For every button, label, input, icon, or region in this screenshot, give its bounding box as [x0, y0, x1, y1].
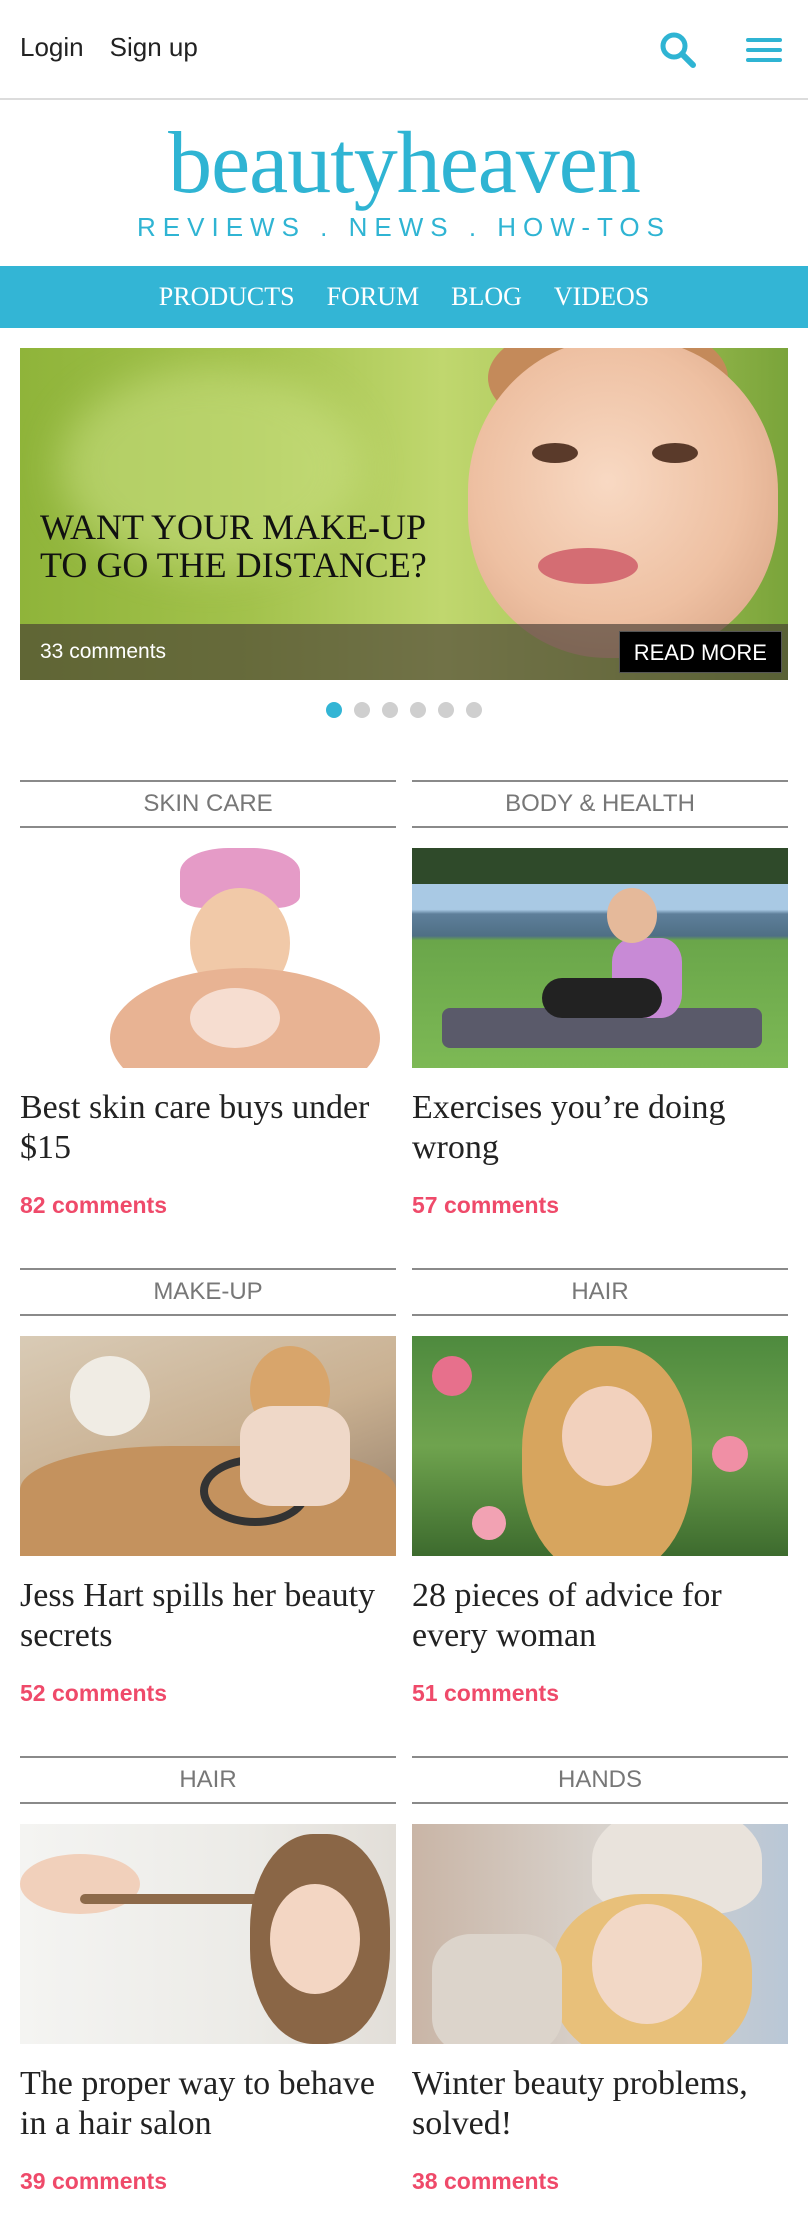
- article-comments[interactable]: 57 comments: [412, 1192, 788, 1219]
- article-comments[interactable]: 39 comments: [20, 2168, 396, 2195]
- article-title[interactable]: Winter beauty problems, solved!: [412, 2064, 788, 2144]
- hero-caption-bar: 33 comments READ MORE: [20, 624, 788, 680]
- logo-tagline: REVIEWS . NEWS . HOW-TOS: [137, 212, 671, 242]
- hero-comments[interactable]: 33 comments: [40, 640, 166, 664]
- article-image[interactable]: [412, 1336, 788, 1556]
- signup-link[interactable]: Sign up: [110, 32, 198, 63]
- article-category[interactable]: HAIR: [20, 1756, 396, 1804]
- carousel-dot[interactable]: [354, 702, 370, 718]
- top-bar: Login Sign up: [0, 0, 808, 100]
- search-icon[interactable]: [654, 26, 702, 74]
- article-comments[interactable]: 38 comments: [412, 2168, 788, 2195]
- account-links: Login Sign up: [20, 32, 198, 63]
- hero-image-face: [468, 348, 778, 658]
- main-nav: PRODUCTS FORUM BLOG VIDEOS: [0, 266, 808, 328]
- article-card: HANDS Winter beauty problems, solved! 38…: [412, 1756, 788, 2195]
- nav-item-products[interactable]: PRODUCTS: [159, 282, 295, 312]
- carousel-dot[interactable]: [382, 702, 398, 718]
- hero-title-line: TO GO THE DISTANCE?: [40, 545, 427, 585]
- hero-title[interactable]: WANT YOUR MAKE-UP TO GO THE DISTANCE?: [40, 508, 427, 584]
- article-image[interactable]: [20, 1336, 396, 1556]
- logo-wordmark: beautyheaven: [168, 115, 641, 212]
- article-category[interactable]: HAIR: [412, 1268, 788, 1316]
- carousel-dot[interactable]: [438, 702, 454, 718]
- article-category[interactable]: BODY & HEALTH: [412, 780, 788, 828]
- article-category[interactable]: SKIN CARE: [20, 780, 396, 828]
- site-logo[interactable]: beautyheaven REVIEWS . NEWS . HOW-TOS: [0, 118, 808, 243]
- article-title[interactable]: Best skin care buys under $15: [20, 1088, 396, 1168]
- article-title[interactable]: The proper way to behave in a hair salon: [20, 2064, 396, 2144]
- article-card: HAIR The proper way to behave in a hair …: [20, 1756, 396, 2195]
- article-title[interactable]: 28 pieces of advice for every woman: [412, 1576, 788, 1656]
- carousel-dot[interactable]: [410, 702, 426, 718]
- carousel-dot[interactable]: [466, 702, 482, 718]
- article-image[interactable]: [20, 848, 396, 1068]
- hero-image-lips: [538, 548, 638, 584]
- article-title[interactable]: Jess Hart spills her beauty secrets: [20, 1576, 396, 1656]
- article-comments[interactable]: 52 comments: [20, 1680, 396, 1707]
- nav-item-blog[interactable]: BLOG: [451, 282, 522, 312]
- article-image[interactable]: [20, 1824, 396, 2044]
- article-card: HAIR 28 pieces of advice for every woman…: [412, 1268, 788, 1707]
- hero-slide[interactable]: WANT YOUR MAKE-UP TO GO THE DISTANCE? 33…: [20, 348, 788, 680]
- article-image[interactable]: [412, 848, 788, 1068]
- hamburger-menu-icon[interactable]: [740, 26, 788, 74]
- carousel-dot[interactable]: [326, 702, 342, 718]
- hero-image-eye: [652, 443, 698, 463]
- article-card: SKIN CARE Best skin care buys under $15 …: [20, 780, 396, 1219]
- article-comments[interactable]: 82 comments: [20, 1192, 396, 1219]
- article-title[interactable]: Exercises you’re doing wrong: [412, 1088, 788, 1168]
- nav-item-videos[interactable]: VIDEOS: [554, 282, 649, 312]
- hero-image-eye: [532, 443, 578, 463]
- article-category[interactable]: MAKE-UP: [20, 1268, 396, 1316]
- article-card: MAKE-UP Jess Hart spills her beauty secr…: [20, 1268, 396, 1707]
- top-icons: [654, 26, 788, 74]
- hero-title-line: WANT YOUR MAKE-UP: [40, 507, 426, 547]
- article-card: BODY & HEALTH Exercises you’re doing wro…: [412, 780, 788, 1219]
- article-category[interactable]: HANDS: [412, 1756, 788, 1804]
- login-link[interactable]: Login: [20, 32, 84, 63]
- read-more-button[interactable]: READ MORE: [618, 631, 782, 673]
- article-comments[interactable]: 51 comments: [412, 1680, 788, 1707]
- carousel-dots: [0, 702, 808, 718]
- nav-item-forum[interactable]: FORUM: [327, 282, 419, 312]
- article-image[interactable]: [412, 1824, 788, 2044]
